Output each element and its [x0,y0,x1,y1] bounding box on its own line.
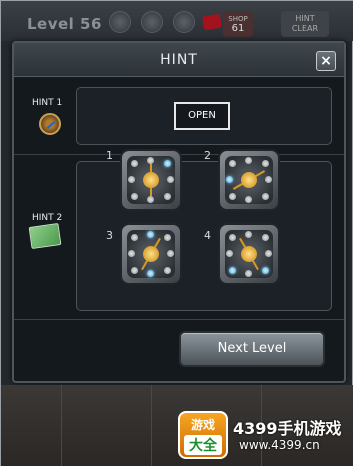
shop-button[interactable]: SHOP 61 [223,11,253,37]
puzzle-tile-1 [120,149,182,211]
watermark-brand: 4399手机游戏 [233,419,342,438]
tile-number: 4 [204,229,211,242]
puzzle-tile-2 [218,149,280,211]
tile-dot-lit [147,231,154,238]
tile-dot [164,234,171,241]
tile-number: 2 [204,149,211,162]
floor-seam [151,385,152,466]
puzzle-tile-4 [218,223,280,285]
watermark-logo: 游戏 大全 [178,411,228,459]
tile-face [127,156,175,204]
tile-face [225,156,273,204]
tile-number: 3 [106,229,113,242]
tile-dot [245,270,252,277]
tile-dot [147,157,154,164]
tile-dot [229,234,236,241]
tile-dot-lit [164,160,171,167]
tile-dot [262,193,269,200]
watermark-logo-bottom: 大全 [184,435,222,455]
dialog-title: HINT [160,52,198,68]
tile-dot [229,160,236,167]
game-screen: Level 56 SHOP 61 HINT CLEAR HINT × HINT … [0,0,353,466]
tile-number: 1 [106,149,113,162]
tile-dot [229,193,236,200]
tile-dot-lit [226,176,233,183]
tile-dot [265,176,272,183]
tile-dot-lit [229,267,236,274]
tile-dot [128,176,135,183]
floor-seam [61,385,62,466]
tile-dot [131,234,138,241]
tile-dot-lit [262,267,269,274]
tile-dot [265,250,272,257]
refresh-icon[interactable] [109,11,131,33]
dialog-header: HINT × [14,43,344,77]
hint2-label: HINT 2 [32,213,63,223]
tile-face [225,230,273,278]
tile-dot [131,160,138,167]
tile-core [143,172,159,188]
tile-dot [262,234,269,241]
tile-dot [164,193,171,200]
tile-dot [128,250,135,257]
compass-icon [39,113,61,135]
open-button[interactable]: OPEN [174,102,230,130]
puzzle-tile-3 [120,223,182,285]
hint-dialog: HINT × HINT 1 OPEN HINT 2 1 2 3 4 Next L… [12,41,346,383]
top-bar: Level 56 SHOP 61 HINT CLEAR [1,1,353,41]
tile-dot [131,267,138,274]
tile-core [241,172,257,188]
tile-dot [245,231,252,238]
watermark-url: www.4399.cn [239,438,320,452]
hint-clear-button[interactable]: HINT CLEAR [281,11,329,37]
tile-dot [164,267,171,274]
level-label: Level 56 [27,15,102,33]
tile-core [143,246,159,262]
tile-core [241,246,257,262]
shop-count: 61 [231,23,245,34]
close-button[interactable]: × [316,51,336,71]
tile-dot [245,157,252,164]
gear-icon[interactable] [173,11,195,33]
tile-dot [226,250,233,257]
map-icon [28,223,62,249]
tile-dot [245,196,252,203]
tile-face [127,230,175,278]
gem-icon [201,13,223,31]
tile-dot [147,196,154,203]
hint-clear-line2: CLEAR [291,24,319,33]
tile-dot-lit [147,270,154,277]
next-level-button[interactable]: Next Level [179,331,325,367]
hint1-label: HINT 1 [32,98,63,108]
tile-dot [131,193,138,200]
tile-dot [262,160,269,167]
hint-clear-line1: HINT [295,14,315,23]
watermark-logo-top: 游戏 [190,418,215,432]
tile-dot [167,176,174,183]
tile-dot [167,250,174,257]
divider [14,319,344,320]
settings-icon[interactable] [141,11,163,33]
